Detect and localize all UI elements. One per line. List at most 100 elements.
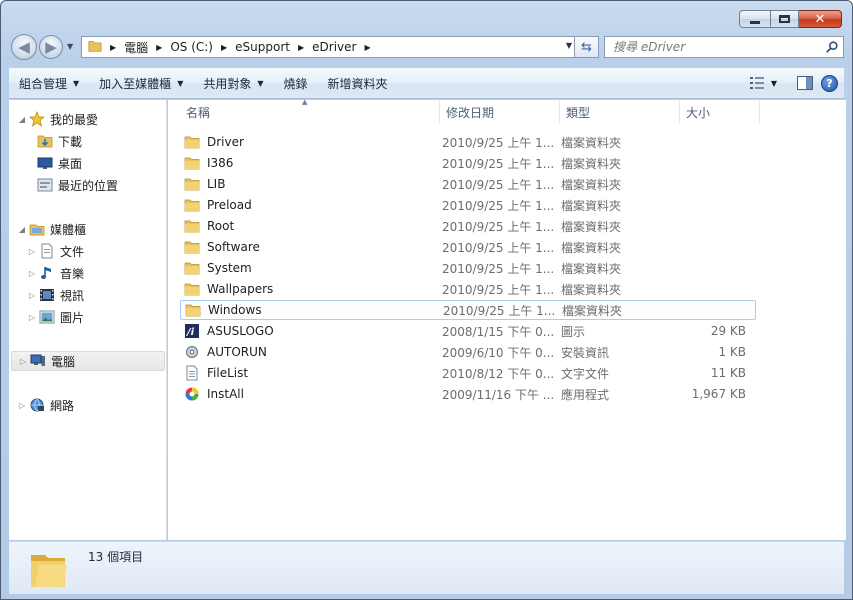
file-name-cell: Wallpapers <box>180 281 436 297</box>
file-row[interactable]: /i ASUSLOGO 2008/1/15 下午 0... 圖示 29 KB <box>180 321 756 341</box>
new-folder-button[interactable]: 新增資料夾 <box>318 68 398 98</box>
details-pane: 13 個項目 <box>9 541 844 594</box>
file-name-cell: InstAll <box>180 386 436 402</box>
breadcrumb-separator-icon[interactable]: ▶ <box>221 43 227 52</box>
nav-videos[interactable]: ▷ 視訊 <box>27 285 84 305</box>
file-row[interactable]: Software 2010/9/25 上午 1... 檔案資料夾 <box>180 237 756 257</box>
collapsed-arrow-icon[interactable]: ▷ <box>27 313 37 322</box>
file-name-cell: Windows <box>181 302 437 318</box>
file-type: 檔案資料夾 <box>561 177 622 192</box>
file-type: 檔案資料夾 <box>561 135 622 150</box>
file-name: I386 <box>207 156 234 170</box>
nav-network[interactable]: ▷ 網路 <box>17 395 74 415</box>
folder-icon <box>184 197 202 213</box>
window-caption-buttons: ✕ <box>739 10 842 28</box>
close-button[interactable]: ✕ <box>799 10 842 28</box>
library-icon <box>29 221 45 237</box>
nav-recent-places[interactable]: 最近的位置 <box>35 175 118 195</box>
maximize-button[interactable] <box>771 10 799 28</box>
file-row[interactable]: InstAll 2009/11/16 下午 ... 應用程式 1,967 KB <box>180 384 756 404</box>
nav-pictures-label: 圖片 <box>60 310 85 325</box>
file-name-cell: LIB <box>180 176 436 192</box>
recent-pages-dropdown[interactable]: ▼ <box>67 42 73 51</box>
breadcrumb-edriver[interactable]: eDriver <box>312 37 356 57</box>
breadcrumb-separator-icon[interactable]: ▶ <box>156 43 162 52</box>
nav-documents-label: 文件 <box>60 244 85 259</box>
file-row[interactable]: Driver 2010/9/25 上午 1... 檔案資料夾 <box>180 132 756 152</box>
address-bar[interactable]: ▶ 電腦 ▶ OS (C:) ▶ eSupport ▶ eDriver ▶ ▼ <box>81 36 575 58</box>
preview-pane-button[interactable] <box>797 76 813 90</box>
close-icon: ✕ <box>814 11 826 27</box>
nav-music[interactable]: ▷ 音樂 <box>27 263 84 283</box>
downloads-folder-icon <box>37 133 53 149</box>
breadcrumb-separator-icon[interactable]: ▶ <box>298 43 304 52</box>
breadcrumb-separator-icon[interactable]: ▶ <box>110 43 116 52</box>
file-row[interactable]: Preload 2010/9/25 上午 1... 檔案資料夾 <box>180 195 756 215</box>
computer-icon <box>30 353 46 369</box>
expanded-arrow-icon[interactable]: ◢ <box>17 115 27 124</box>
burn-button[interactable]: 燒錄 <box>274 68 318 98</box>
column-header-size[interactable]: 大小 <box>680 100 760 124</box>
view-options-button[interactable]: ▼ <box>749 76 777 90</box>
nav-computer[interactable]: ▷ 電腦 <box>11 351 165 371</box>
file-name-cell: I386 <box>180 155 436 171</box>
file-date: 2009/6/10 下午 0... <box>442 345 555 360</box>
organize-label: 組合管理 <box>19 76 68 91</box>
column-header-date[interactable]: 修改日期 <box>440 100 560 124</box>
pictures-icon <box>39 309 55 325</box>
minimize-button[interactable] <box>739 10 771 28</box>
breadcrumb-drive[interactable]: OS (C:) <box>170 37 213 57</box>
breadcrumb-separator-icon[interactable]: ▶ <box>364 43 370 52</box>
search-input[interactable] <box>613 40 813 54</box>
file-row[interactable]: AUTORUN 2009/6/10 下午 0... 安裝資訊 1 KB <box>180 342 756 362</box>
collapsed-arrow-icon[interactable]: ▷ <box>27 291 37 300</box>
file-row[interactable]: System 2010/9/25 上午 1... 檔案資料夾 <box>180 258 756 278</box>
column-date-label: 修改日期 <box>446 105 495 120</box>
back-arrow-icon: ◀ <box>18 38 30 56</box>
file-name: Driver <box>207 135 244 149</box>
nav-pictures[interactable]: ▷ 圖片 <box>27 307 84 327</box>
file-date: 2010/9/25 上午 1... <box>442 198 555 213</box>
help-button[interactable]: ? <box>821 74 838 92</box>
folder-icon <box>184 134 202 150</box>
command-bar: 組合管理 ▼ 加入至媒體櫃 ▼ 共用對象 ▼ 燒錄 新增資料夾 ▼ ? <box>9 68 844 99</box>
collapsed-arrow-icon[interactable]: ▷ <box>18 357 28 366</box>
organize-menu[interactable]: 組合管理 ▼ <box>9 68 89 98</box>
include-in-library-menu[interactable]: 加入至媒體櫃 ▼ <box>89 68 193 98</box>
file-name: Wallpapers <box>207 282 274 296</box>
recent-places-icon <box>37 177 53 193</box>
address-dropdown-icon[interactable]: ▼ <box>566 41 572 50</box>
folder-icon <box>184 218 202 234</box>
nav-desktop[interactable]: 桌面 <box>35 153 82 173</box>
breadcrumb-computer[interactable]: 電腦 <box>124 37 148 57</box>
back-button[interactable]: ◀ <box>11 34 37 60</box>
file-type: 檔案資料夾 <box>562 303 623 318</box>
navigation-pane: ◢ 我的最愛 下載 桌面 最近的位置 ◢ 媒體櫃 ▷ 文件 ▷ 音樂 ▷ 視訊 … <box>9 100 167 540</box>
search-box[interactable] <box>604 36 844 58</box>
setup-info-icon <box>184 344 202 360</box>
file-row[interactable]: LIB 2010/9/25 上午 1... 檔案資料夾 <box>180 174 756 194</box>
application-icon <box>184 386 202 402</box>
nav-documents[interactable]: ▷ 文件 <box>27 241 84 261</box>
nav-favorites[interactable]: ◢ 我的最愛 <box>17 109 98 129</box>
file-row[interactable]: I386 2010/9/25 上午 1... 檔案資料夾 <box>180 153 756 173</box>
file-row[interactable]: Windows 2010/9/25 上午 1... 檔案資料夾 <box>180 300 756 320</box>
share-with-menu[interactable]: 共用對象 ▼ <box>193 68 273 98</box>
file-row[interactable]: Wallpapers 2010/9/25 上午 1... 檔案資料夾 <box>180 279 756 299</box>
forward-button[interactable]: ▶ <box>39 35 63 59</box>
file-date: 2010/9/25 上午 1... <box>442 135 555 150</box>
nav-downloads[interactable]: 下載 <box>35 131 82 151</box>
search-icon[interactable] <box>825 40 839 57</box>
breadcrumb-esupport[interactable]: eSupport <box>235 37 290 57</box>
collapsed-arrow-icon[interactable]: ▷ <box>27 247 37 256</box>
file-name: AUTORUN <box>207 345 267 359</box>
collapsed-arrow-icon[interactable]: ▷ <box>17 401 27 410</box>
collapsed-arrow-icon[interactable]: ▷ <box>27 269 37 278</box>
refresh-button[interactable]: ⇆ <box>575 36 599 58</box>
column-header-name[interactable]: 名稱 ▲ <box>168 98 440 124</box>
column-header-type[interactable]: 類型 <box>560 100 680 124</box>
file-row[interactable]: FileList 2010/8/12 下午 0... 文字文件 11 KB <box>180 363 756 383</box>
file-row[interactable]: Root 2010/9/25 上午 1... 檔案資料夾 <box>180 216 756 236</box>
expanded-arrow-icon[interactable]: ◢ <box>17 225 27 234</box>
nav-libraries[interactable]: ◢ 媒體櫃 <box>17 219 86 239</box>
